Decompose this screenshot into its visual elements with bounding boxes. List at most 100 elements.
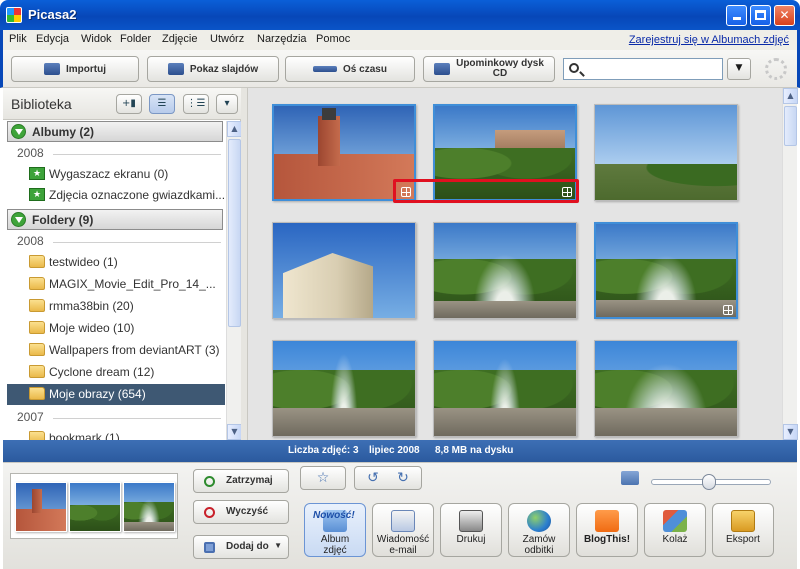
- scroll-up-icon[interactable]: ▲: [227, 121, 242, 137]
- tree-view-button[interactable]: ⋮☰: [183, 94, 209, 114]
- add-folder-button[interactable]: +▮: [116, 94, 142, 114]
- scrollbar-thumb[interactable]: [784, 106, 797, 146]
- import-button[interactable]: Importuj: [11, 56, 139, 82]
- new-badge: Nowość!: [313, 510, 355, 521]
- album-item[interactable]: Zdjęcia oznaczone gwiazdkami...: [7, 185, 225, 206]
- tray-thumbnail[interactable]: [123, 482, 175, 532]
- star-icon: ☆: [316, 470, 330, 486]
- window-title: Picasa2: [28, 7, 77, 22]
- photo-thumbnail[interactable]: [594, 222, 738, 319]
- rotate-left-icon[interactable]: ↺: [358, 467, 388, 489]
- collage-button[interactable]: Kolaż: [644, 503, 706, 557]
- scrollbar-thumb[interactable]: [228, 139, 241, 327]
- hold-icon: [204, 476, 215, 487]
- scroll-up-icon[interactable]: ▲: [783, 88, 798, 104]
- photo-thumbnail[interactable]: [433, 340, 577, 437]
- menu-zdjecie[interactable]: Zdjęcie: [162, 33, 197, 45]
- minimize-button[interactable]: [726, 5, 747, 26]
- photo-thumbnail[interactable]: [594, 104, 738, 201]
- photo-thumbnail[interactable]: [272, 340, 416, 437]
- close-button[interactable]: ✕: [774, 5, 795, 26]
- photo-thumbnail[interactable]: [594, 340, 738, 437]
- folder-item[interactable]: bookmark (1): [7, 428, 225, 440]
- collapse-arrow-icon: [11, 212, 26, 227]
- cd-icon: [434, 63, 451, 75]
- folder-item[interactable]: Wallpapers from deviantART (3): [7, 340, 225, 361]
- zoom-icon: [621, 471, 639, 485]
- timeline-button[interactable]: Oś czasu: [285, 56, 415, 82]
- library-scrollbar[interactable]: ▲ ▼: [226, 121, 242, 440]
- folder-item[interactable]: rmma38bin (20): [7, 296, 225, 317]
- search-options-button[interactable]: ▼: [727, 58, 751, 80]
- clear-button[interactable]: Wyczyść: [193, 500, 289, 524]
- search-input[interactable]: [563, 58, 723, 80]
- folder-item[interactable]: Cyclone dream (12): [7, 362, 225, 383]
- library-header: Biblioteka +▮ ☰ ⋮☰ ▾: [3, 88, 241, 120]
- folder-icon: [29, 343, 45, 356]
- menu-widok[interactable]: Widok: [81, 33, 112, 45]
- title-bar: Picasa2 ✕: [0, 0, 800, 30]
- album-icon: [29, 167, 45, 180]
- blogthis-button[interactable]: BlogThis!: [576, 503, 638, 557]
- collage-icon: [663, 510, 687, 532]
- email-button[interactable]: Wiadomość e-mail: [372, 503, 434, 557]
- gift-cd-button[interactable]: Upominkowy dysk CD: [423, 56, 555, 82]
- scroll-down-icon[interactable]: ▼: [227, 424, 242, 440]
- folder-item[interactable]: testwideo (1): [7, 252, 225, 273]
- slideshow-button[interactable]: Pokaz slajdów: [147, 56, 279, 82]
- folder-item[interactable]: MAGIX_Movie_Edit_Pro_14_...: [7, 274, 225, 295]
- clear-icon: [204, 507, 215, 518]
- photo-tray: Zatrzymaj Wyczyść Dodaj do ▼ ☆ ↺ ↻ Nowość…: [3, 462, 797, 569]
- album-item[interactable]: Wygaszacz ekranu (0): [7, 164, 225, 185]
- photo-grid-scrollbar[interactable]: ▲ ▼: [782, 88, 798, 440]
- library-panel: Biblioteka +▮ ☰ ⋮☰ ▾ Albumy (2) 2008 Wyg…: [3, 88, 242, 440]
- albums-section-header[interactable]: Albumy (2): [7, 121, 223, 142]
- add-to-button[interactable]: Dodaj do ▼: [193, 535, 289, 559]
- hold-button[interactable]: Zatrzymaj: [193, 469, 289, 493]
- year-divider: [53, 154, 221, 155]
- slider-knob[interactable]: [702, 474, 716, 490]
- globe-icon: [527, 510, 551, 532]
- menu-edycja[interactable]: Edycja: [36, 33, 69, 45]
- photo-thumbnail[interactable]: [433, 222, 577, 319]
- rotate-right-icon[interactable]: ↻: [388, 467, 418, 489]
- year-label: 2007: [17, 410, 44, 424]
- year-divider: [53, 242, 221, 243]
- year-divider: [53, 418, 221, 419]
- order-prints-button[interactable]: Zamów odbitki: [508, 503, 570, 557]
- search-icon: [569, 63, 579, 73]
- menu-narzedzia[interactable]: Narzędzia: [257, 33, 307, 45]
- year-label: 2008: [17, 146, 44, 160]
- print-button[interactable]: Drukuj: [440, 503, 502, 557]
- maximize-button[interactable]: [750, 5, 771, 26]
- menu-bar: Plik Edycja Widok Folder Zdjęcie Utwórz …: [0, 30, 800, 50]
- menu-pomoc[interactable]: Pomoc: [316, 33, 350, 45]
- folder-item-selected[interactable]: Moje obrazy (654): [7, 384, 225, 405]
- tray-thumbnail[interactable]: [69, 482, 121, 532]
- scroll-down-icon[interactable]: ▼: [783, 424, 798, 440]
- folder-icon: [29, 299, 45, 312]
- menu-folder[interactable]: Folder: [120, 33, 151, 45]
- photo-grid: [248, 88, 782, 440]
- photo-album-button[interactable]: Nowość! Album zdjęć: [304, 503, 366, 557]
- export-button[interactable]: Eksport: [712, 503, 774, 557]
- tray-thumbnail[interactable]: [15, 482, 67, 532]
- star-button[interactable]: ☆: [300, 466, 346, 490]
- disk-size: 8,8 MB na dysku: [435, 445, 514, 456]
- menu-utworz[interactable]: Utwórz: [210, 33, 244, 45]
- library-title: Biblioteka: [11, 96, 72, 112]
- photo-thumbnail[interactable]: [272, 222, 416, 319]
- register-albums-link[interactable]: Zarejestruj się w Albumach zdjęć: [629, 34, 789, 46]
- panel-splitter[interactable]: [241, 88, 248, 440]
- library-menu-button[interactable]: ▾: [216, 94, 238, 114]
- thumbnail-size-slider[interactable]: [651, 474, 771, 490]
- status-bar: Liczba zdjęć: 3 lipiec 2008 8,8 MB na dy…: [3, 440, 797, 462]
- folder-item[interactable]: Moje wideo (10): [7, 318, 225, 339]
- starred-icon: [723, 305, 733, 315]
- flat-view-button[interactable]: ☰: [149, 94, 175, 114]
- folders-section-header[interactable]: Foldery (9): [7, 209, 223, 230]
- photo-count: Liczba zdjęć: 3: [288, 445, 359, 456]
- menu-plik[interactable]: Plik: [9, 33, 27, 45]
- folder-icon: [29, 321, 45, 334]
- dropdown-arrow-icon: ▼: [274, 541, 282, 550]
